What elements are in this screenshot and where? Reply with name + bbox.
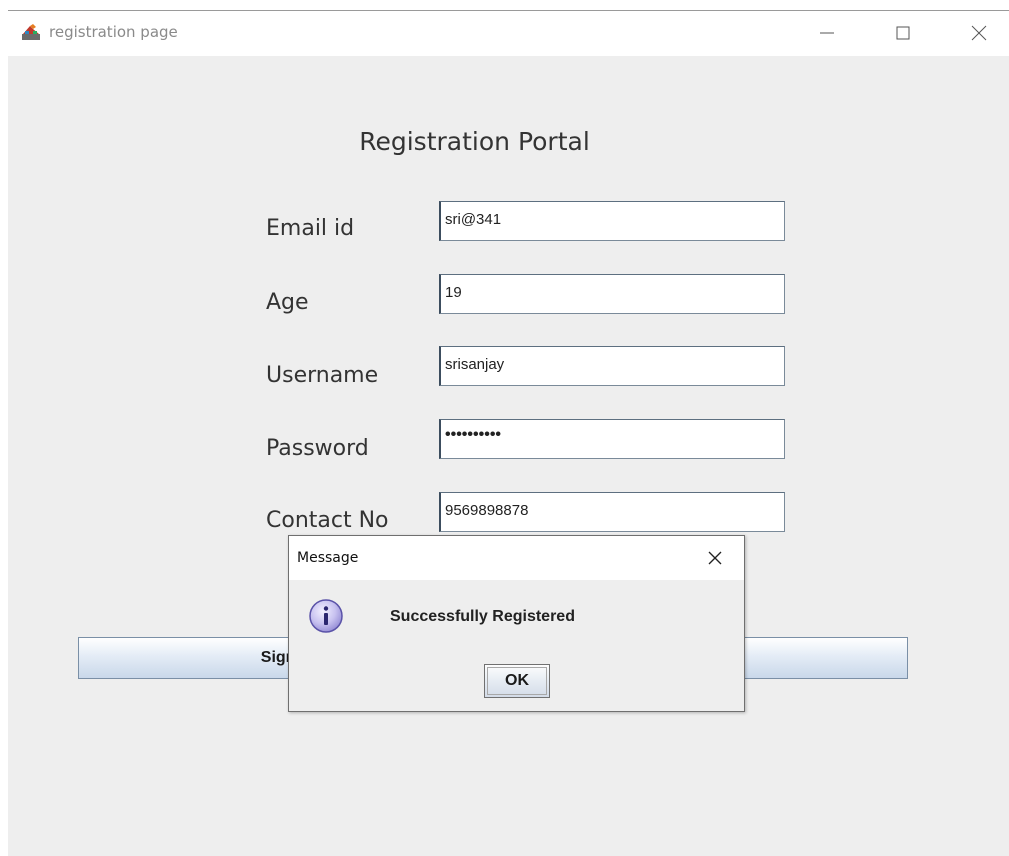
page-title: Registration Portal bbox=[8, 127, 1009, 156]
page-title-text: Registration Portal bbox=[359, 127, 590, 156]
dialog-message: Successfully Registered bbox=[390, 608, 575, 625]
close-icon bbox=[708, 551, 722, 565]
dialog-close-button[interactable] bbox=[701, 544, 729, 572]
minimize-icon bbox=[820, 32, 834, 34]
java-app-icon bbox=[21, 23, 41, 41]
username-label: Username bbox=[266, 363, 379, 388]
maximize-icon bbox=[896, 26, 910, 40]
ok-button[interactable]: OK bbox=[484, 664, 550, 698]
contact-field[interactable]: 9569898878 bbox=[439, 492, 785, 532]
email-field[interactable]: sri@341 bbox=[439, 201, 785, 241]
message-dialog: Message Successfully Registered OK bbox=[288, 535, 745, 712]
close-button[interactable] bbox=[964, 18, 994, 48]
contact-label: Contact No bbox=[266, 508, 389, 533]
minimize-button[interactable] bbox=[812, 18, 842, 48]
dialog-title: Message bbox=[297, 550, 359, 566]
registration-window: registration page Registration Portal Em… bbox=[8, 10, 1009, 856]
info-icon bbox=[308, 598, 344, 634]
age-field[interactable]: 19 bbox=[439, 274, 785, 314]
window-titlebar[interactable]: registration page bbox=[8, 11, 1009, 56]
password-label: Password bbox=[266, 436, 369, 461]
username-field[interactable]: srisanjay bbox=[439, 346, 785, 386]
window-title: registration page bbox=[49, 23, 178, 41]
password-field[interactable]: •••••••••• bbox=[439, 419, 785, 459]
close-icon bbox=[971, 25, 987, 41]
dialog-titlebar[interactable]: Message bbox=[289, 536, 744, 580]
email-label: Email id bbox=[266, 216, 355, 241]
maximize-button[interactable] bbox=[888, 18, 918, 48]
age-label: Age bbox=[266, 290, 309, 315]
